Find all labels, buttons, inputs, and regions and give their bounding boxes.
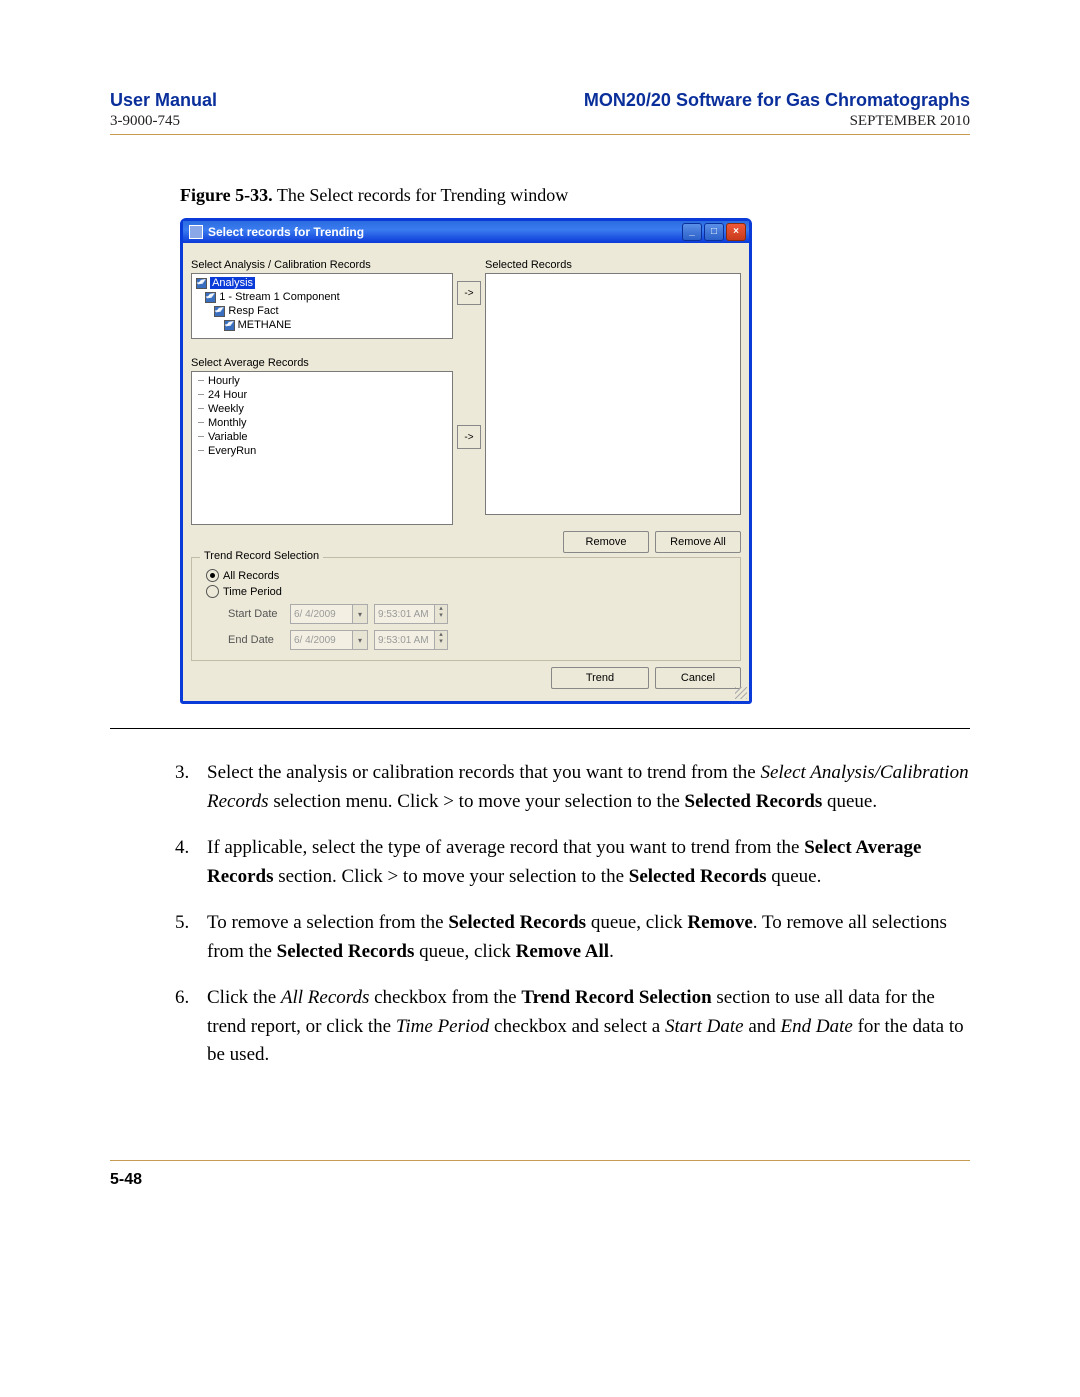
window-app-icon <box>189 225 203 239</box>
cancel-button[interactable]: Cancel <box>655 667 741 689</box>
chevron-down-icon[interactable]: ▾ <box>352 605 367 623</box>
tree-root[interactable]: Analysis <box>210 277 255 289</box>
trend-button[interactable]: Trend <box>551 667 649 689</box>
window-titlebar[interactable]: Select records for Trending _ □ × <box>183 221 749 243</box>
instruction-step: 5. To remove a selection from the Select… <box>175 909 970 966</box>
header-right: MON20/20 Software for Gas Chromatographs <box>584 90 970 111</box>
maximize-button[interactable]: □ <box>704 223 724 241</box>
doc-date: SEPTEMBER 2010 <box>850 113 970 130</box>
select-average-label: Select Average Records <box>191 357 453 369</box>
list-item[interactable]: Variable <box>208 430 448 444</box>
end-date-label: End Date <box>228 634 284 646</box>
move-right-button-1[interactable]: -> <box>457 281 481 305</box>
all-records-radio[interactable] <box>206 569 219 582</box>
window-title: Select records for Trending <box>208 225 364 239</box>
start-date-picker[interactable]: 6/ 4/2009▾ <box>290 604 368 624</box>
checkbox-icon[interactable] <box>214 306 225 317</box>
end-date-picker[interactable]: 6/ 4/2009▾ <box>290 630 368 650</box>
checkbox-icon[interactable] <box>224 320 235 331</box>
list-item[interactable]: EveryRun <box>208 444 448 458</box>
resize-grip-icon[interactable] <box>735 687 747 699</box>
figure-rule <box>110 728 970 729</box>
chevron-down-icon[interactable]: ▾ <box>352 631 367 649</box>
time-period-radio[interactable] <box>206 585 219 598</box>
minimize-button[interactable]: _ <box>682 223 702 241</box>
selected-records-label: Selected Records <box>485 259 741 271</box>
list-item[interactable]: Monthly <box>208 416 448 430</box>
checkbox-icon[interactable] <box>196 278 207 289</box>
doc-number: 3-9000-745 <box>110 113 180 130</box>
all-records-label: All Records <box>223 570 279 582</box>
header-rule <box>110 134 970 135</box>
start-date-label: Start Date <box>228 608 284 620</box>
screenshot-window: Select records for Trending _ □ × Select… <box>180 218 752 704</box>
instruction-step: 6. Click the All Records checkbox from t… <box>175 984 970 1070</box>
time-period-label: Time Period <box>223 586 282 598</box>
trend-record-group: Trend Record Selection All Records Time … <box>191 557 741 661</box>
checkbox-icon[interactable] <box>205 292 216 303</box>
remove-all-button[interactable]: Remove All <box>655 531 741 553</box>
figure-text: The Select records for Trending window <box>277 185 568 205</box>
tree-item[interactable]: 1 - Stream 1 Component <box>219 291 339 303</box>
instructions: 3. Select the analysis or calibration re… <box>175 759 970 1070</box>
group-legend: Trend Record Selection <box>200 550 323 562</box>
analysis-tree[interactable]: Analysis 1 - Stream 1 Component Resp Fac… <box>191 273 453 339</box>
select-analysis-label: Select Analysis / Calibration Records <box>191 259 453 271</box>
tree-item[interactable]: METHANE <box>238 319 292 331</box>
remove-button[interactable]: Remove <box>563 531 649 553</box>
page-number: 5-48 <box>110 1171 970 1189</box>
list-item[interactable]: Hourly <box>208 374 448 388</box>
list-item[interactable]: 24 Hour <box>208 388 448 402</box>
header-left: User Manual <box>110 90 217 111</box>
selected-records-list[interactable] <box>485 273 741 515</box>
footer-rule <box>110 1160 970 1161</box>
tree-item[interactable]: Resp Fact <box>228 305 278 317</box>
instruction-step: 4. If applicable, select the type of ave… <box>175 834 970 891</box>
start-time-spinner[interactable]: 9:53:01 AM▴▾ <box>374 604 448 624</box>
list-item[interactable]: Weekly <box>208 402 448 416</box>
average-list[interactable]: Hourly 24 Hour Weekly Monthly Variable E… <box>191 371 453 525</box>
instruction-step: 3. Select the analysis or calibration re… <box>175 759 970 816</box>
figure-caption: Figure 5-33. The Select records for Tren… <box>180 185 970 206</box>
end-time-spinner[interactable]: 9:53:01 AM▴▾ <box>374 630 448 650</box>
figure-label: Figure 5-33. <box>180 185 273 205</box>
move-right-button-2[interactable]: -> <box>457 425 481 449</box>
close-button[interactable]: × <box>726 223 746 241</box>
